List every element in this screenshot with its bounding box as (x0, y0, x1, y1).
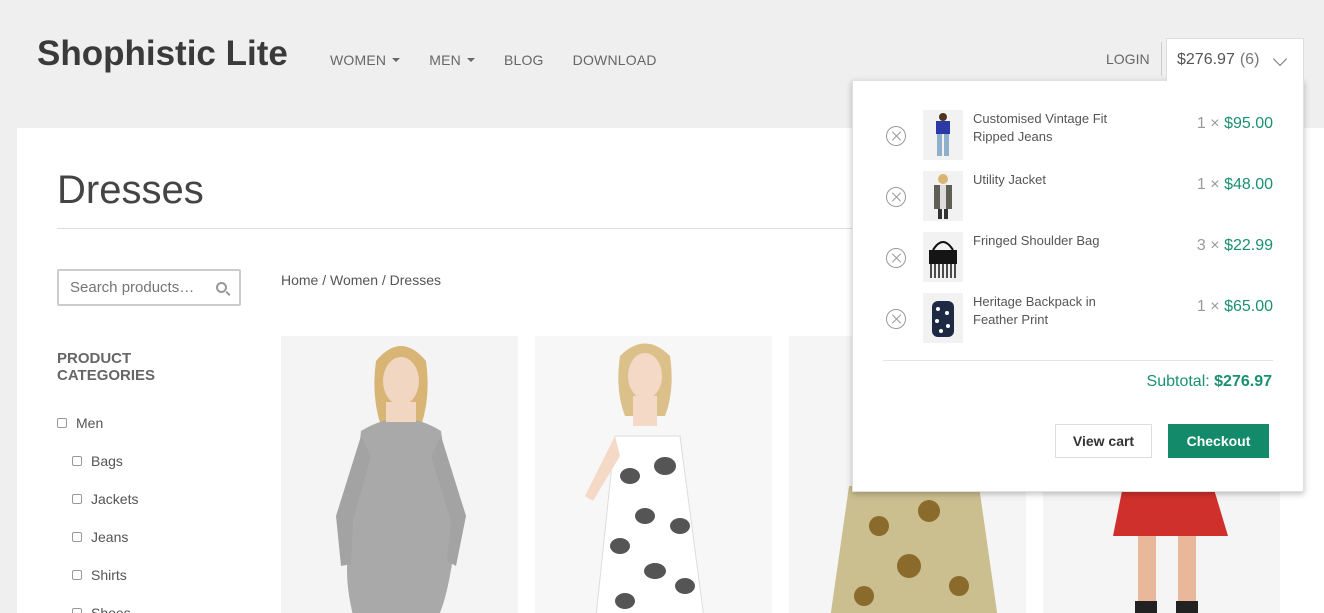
cart-item-qty-price: 3 × $22.99 (1197, 237, 1273, 255)
cart-divider (883, 360, 1273, 361)
category-label: Jeans (91, 529, 129, 545)
nav-blog[interactable]: BLOG (504, 52, 544, 68)
title-divider (57, 228, 897, 229)
nav-download[interactable]: DOWNLOAD (573, 52, 657, 68)
cart-item-qty-price: 1 × $95.00 (1197, 115, 1273, 133)
cart-item-qty: 1 × (1196, 176, 1220, 193)
category-label: Shirts (91, 567, 127, 583)
remove-icon[interactable] (886, 126, 906, 146)
cart-item-price: $22.99 (1224, 237, 1273, 254)
subtotal-label: Subtotal: (1146, 373, 1210, 390)
category-label: Men (76, 415, 104, 431)
mini-cart-dropdown: Customised Vintage Fit Ripped Jeans 1 × … (852, 80, 1304, 492)
cart-total: $276.97 (1177, 51, 1235, 68)
cart-item-qty-price: 1 × $48.00 (1197, 176, 1273, 194)
login-link[interactable]: LOGIN (1106, 51, 1150, 67)
nav-women[interactable]: WOMEN (330, 52, 401, 68)
nav-blog-label: BLOG (503, 52, 544, 68)
cart-item-thumbnail[interactable] (923, 171, 963, 221)
cart-item-name[interactable]: Fringed Shoulder Bag (973, 232, 1133, 250)
view-cart-button[interactable]: View cart (1055, 424, 1152, 458)
cart-item: Customised Vintage Fit Ripped Jeans 1 × … (883, 110, 1275, 162)
checkbox[interactable] (72, 608, 82, 613)
chevron-down-icon (1272, 51, 1288, 67)
search-icon[interactable] (216, 282, 227, 293)
category-item-shirts[interactable]: Shirts (72, 556, 138, 594)
nav-men[interactable]: MEN (429, 52, 475, 68)
cart-subtotal: Subtotal: $276.97 (1147, 373, 1272, 391)
category-item-shoes[interactable]: Shoes (72, 594, 138, 613)
checkbox[interactable] (57, 418, 67, 428)
cart-item-name[interactable]: Customised Vintage Fit Ripped Jeans (973, 110, 1133, 146)
remove-icon[interactable] (886, 309, 906, 329)
category-item-men[interactable]: Men (57, 404, 138, 442)
cart-item-qty-price: 1 × $65.00 (1197, 298, 1273, 316)
product-image-grey-dress[interactable] (281, 336, 518, 613)
bag-thumb (923, 232, 963, 282)
elephant-dress-photo (535, 336, 772, 613)
cart-item-qty: 3 × (1196, 237, 1220, 254)
caret-down-icon (466, 58, 475, 62)
main-nav: WOMEN MEN BLOG DOWNLOAD (330, 52, 686, 68)
header-divider (1161, 42, 1162, 76)
subtotal-value: $276.97 (1214, 373, 1272, 390)
site-title[interactable]: Shophistic Lite (37, 34, 288, 74)
cart-item-name[interactable]: Utility Jacket (973, 171, 1133, 189)
jacket-thumb (923, 171, 963, 221)
category-item-bags[interactable]: Bags (72, 442, 138, 480)
product-image-elephant-dress[interactable] (535, 336, 772, 613)
nav-men-label: MEN (429, 52, 461, 68)
category-item-jackets[interactable]: Jackets (72, 480, 138, 518)
cart-item-qty: 1 × (1196, 298, 1220, 315)
cart-item-price: $65.00 (1224, 298, 1273, 315)
checkbox[interactable] (72, 570, 82, 580)
category-list: Men Bags Jackets Jeans Shirts Shoes (57, 404, 138, 613)
cart-item: Fringed Shoulder Bag 3 × $22.99 (883, 232, 1275, 284)
cart-item-thumbnail[interactable] (923, 293, 963, 343)
category-label: Shoes (91, 605, 131, 613)
search-box (57, 269, 241, 306)
jeans-thumb (923, 110, 963, 160)
search-input[interactable] (70, 279, 210, 296)
cart-item-thumbnail[interactable] (923, 232, 963, 282)
caret-down-icon (392, 58, 401, 62)
cart-item-name[interactable]: Heritage Backpack in Feather Print (973, 293, 1133, 329)
breadcrumb[interactable]: Home / Women / Dresses (281, 272, 441, 288)
cart-count: (6) (1239, 51, 1260, 68)
checkbox[interactable] (72, 494, 82, 504)
cart-item-qty: 1 × (1196, 115, 1220, 132)
grey-dress-photo (281, 336, 518, 613)
cart-item: Heritage Backpack in Feather Print 1 × $… (883, 293, 1275, 345)
nav-download-label: DOWNLOAD (572, 52, 657, 68)
checkbox[interactable] (72, 532, 82, 542)
category-label: Bags (91, 453, 123, 469)
cart-toggle-button[interactable]: $276.97 (6) (1166, 38, 1304, 81)
categories-heading: PRODUCT CATEGORIES (57, 350, 156, 384)
remove-icon[interactable] (886, 187, 906, 207)
backpack-thumb (923, 293, 963, 343)
cart-item-price: $95.00 (1224, 115, 1273, 132)
checkout-button[interactable]: Checkout (1168, 424, 1269, 458)
cart-item-price: $48.00 (1224, 176, 1273, 193)
nav-women-label: WOMEN (330, 52, 387, 68)
cart-item: Utility Jacket 1 × $48.00 (883, 171, 1275, 223)
remove-icon[interactable] (886, 248, 906, 268)
page-title: Dresses (57, 168, 204, 212)
checkbox[interactable] (72, 456, 82, 466)
category-item-jeans[interactable]: Jeans (72, 518, 138, 556)
cart-item-thumbnail[interactable] (923, 110, 963, 160)
category-label: Jackets (91, 491, 139, 507)
